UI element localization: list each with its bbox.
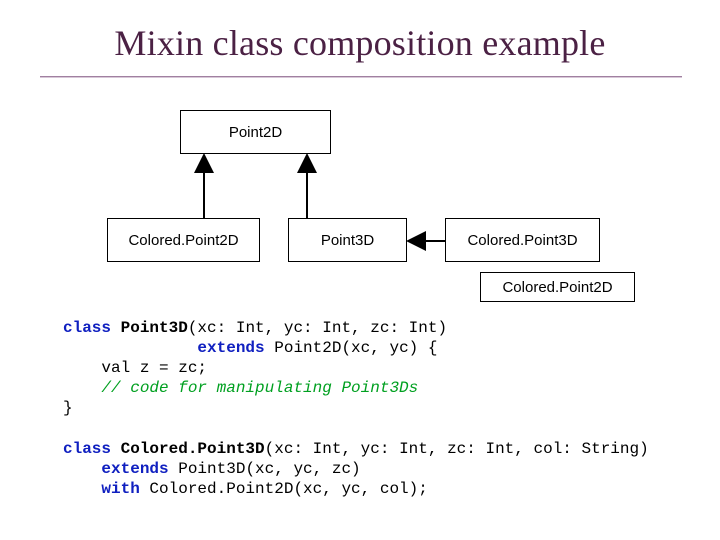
box-point2d: Point2D bbox=[180, 110, 331, 154]
indent-3 bbox=[63, 480, 101, 498]
kw-extends-2: extends bbox=[101, 460, 168, 478]
indent-2 bbox=[63, 460, 101, 478]
kw-with: with bbox=[101, 480, 139, 498]
class-name: Point3D bbox=[121, 319, 188, 337]
indent bbox=[63, 339, 197, 357]
class-sig: (xc: Int, yc: Int, zc: Int) bbox=[188, 319, 447, 337]
close-brace: } bbox=[63, 399, 73, 417]
class-sig-2: (xc: Int, yc: Int, zc: Int, col: String) bbox=[265, 440, 649, 458]
box-point3d: Point3D bbox=[288, 218, 407, 262]
with-rest: Colored.Point2D(xc, yc, col); bbox=[140, 480, 428, 498]
line-valz: val z = zc; bbox=[63, 359, 207, 377]
extends-rest: Point2D(xc, yc) { bbox=[265, 339, 438, 357]
box-colored-point2d-mixin: Colored.Point2D bbox=[480, 272, 635, 302]
comment: // code for manipulating Point3Ds bbox=[63, 379, 418, 397]
code-coloredpoint3d: class Colored.Point3D(xc: Int, yc: Int, … bbox=[63, 439, 649, 499]
slide-title: Mixin class composition example bbox=[0, 22, 720, 64]
box-colored-point3d: Colored.Point3D bbox=[445, 218, 600, 262]
box-colored-point2d: Colored.Point2D bbox=[107, 218, 260, 262]
title-underline bbox=[40, 76, 682, 78]
extends-rest-2: Point3D(xc, yc, zc) bbox=[169, 460, 361, 478]
code-point3d: class Point3D(xc: Int, yc: Int, zc: Int)… bbox=[63, 318, 447, 418]
class-name-2: Colored.Point3D bbox=[121, 440, 265, 458]
kw-extends: extends bbox=[197, 339, 264, 357]
kw-class: class bbox=[63, 319, 121, 337]
kw-class-2: class bbox=[63, 440, 121, 458]
